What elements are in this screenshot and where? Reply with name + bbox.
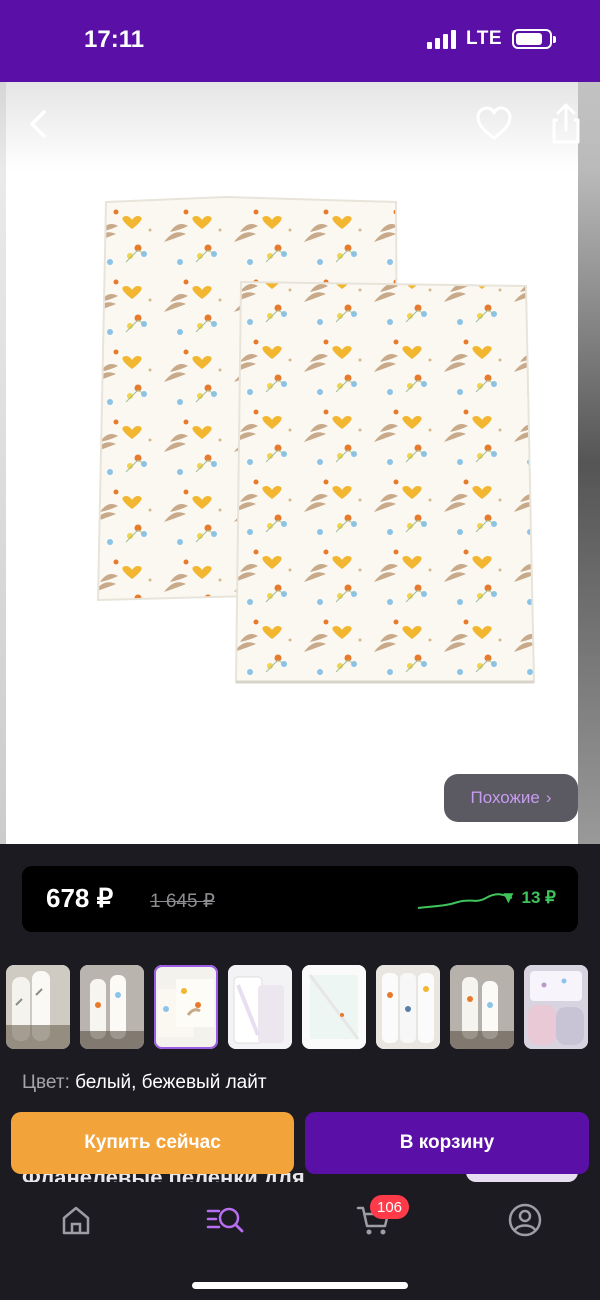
home-indicator[interactable] bbox=[192, 1282, 408, 1289]
gallery-main-image[interactable] bbox=[6, 82, 578, 844]
chevron-right-icon: › bbox=[545, 788, 552, 807]
thumbnail[interactable] bbox=[228, 965, 292, 1049]
tab-catalog[interactable] bbox=[205, 1200, 245, 1240]
profile-icon bbox=[508, 1203, 542, 1237]
heart-icon bbox=[476, 106, 512, 140]
product-gallery[interactable]: Похожие › bbox=[0, 82, 600, 844]
status-bar: 17:11 LTE bbox=[0, 0, 600, 82]
cart-count-badge: 106 bbox=[370, 1195, 410, 1219]
network-type: LTE bbox=[466, 28, 502, 49]
thumbnail[interactable] bbox=[376, 965, 440, 1049]
thumbnail-strip[interactable] bbox=[6, 965, 600, 1049]
share-icon bbox=[552, 103, 580, 144]
price-drop-badge: ▼ 13 ₽ bbox=[500, 888, 556, 907]
share-button[interactable] bbox=[546, 102, 586, 146]
price-card[interactable]: 678 ₽ 1 645 ₽ ▼ 13 ₽ bbox=[22, 866, 578, 932]
thumbnail[interactable] bbox=[6, 965, 70, 1049]
current-price: 678 ₽ bbox=[46, 883, 114, 913]
back-button[interactable] bbox=[22, 104, 58, 144]
home-icon bbox=[62, 1206, 90, 1235]
thumbnail[interactable] bbox=[524, 965, 588, 1049]
catalog-search-icon bbox=[206, 1207, 244, 1233]
buy-now-button[interactable]: Купить сейчас bbox=[11, 1112, 294, 1174]
variant-color-label: Цвет: bbox=[22, 1072, 70, 1093]
similar-button[interactable]: Похожие › bbox=[444, 774, 578, 822]
tab-profile[interactable] bbox=[505, 1200, 545, 1240]
next-image-peek bbox=[578, 82, 600, 844]
similar-button-label: Похожие bbox=[470, 788, 540, 807]
signal-icon bbox=[427, 29, 457, 49]
status-time: 17:11 bbox=[84, 26, 145, 53]
thumbnail[interactable] bbox=[450, 965, 514, 1049]
thumbnail-active[interactable] bbox=[154, 965, 218, 1049]
status-indicators: LTE bbox=[427, 28, 556, 50]
product-image bbox=[96, 195, 536, 684]
tab-home[interactable] bbox=[56, 1200, 96, 1240]
old-price: 1 645 ₽ bbox=[150, 891, 215, 912]
thumbnail[interactable] bbox=[80, 965, 144, 1049]
add-to-cart-button[interactable]: В корзину bbox=[305, 1112, 589, 1174]
variant-color: Цвет: белый, бежевый лайт bbox=[22, 1072, 267, 1094]
battery-icon bbox=[512, 29, 556, 49]
variant-color-value: белый, бежевый лайт bbox=[75, 1072, 267, 1093]
thumbnail[interactable] bbox=[302, 965, 366, 1049]
chevron-left-icon bbox=[30, 110, 46, 138]
favorite-button[interactable] bbox=[474, 104, 514, 144]
